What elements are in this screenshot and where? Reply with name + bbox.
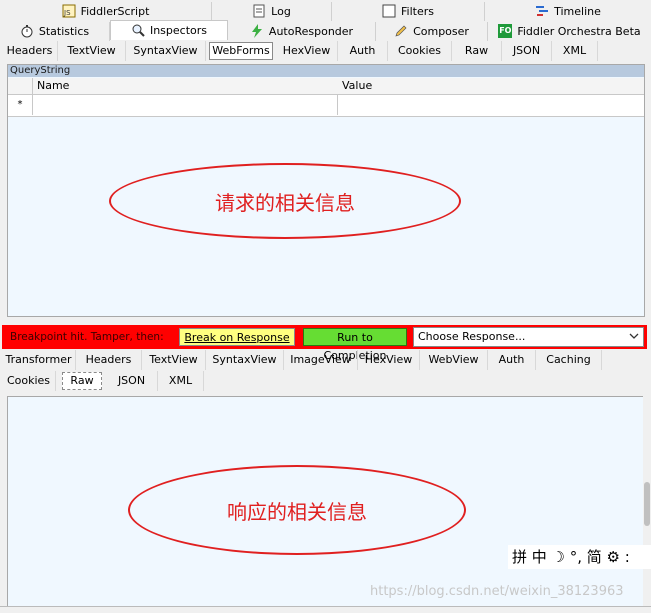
tab-inspectors[interactable]: Inspectors	[110, 20, 228, 40]
svg-text:JS: JS	[63, 9, 71, 17]
watermark: https://blog.csdn.net/weixin_38123963	[370, 584, 624, 599]
querystring-grid[interactable]: Name Value *	[8, 78, 644, 117]
resp-tab-raw[interactable]: Raw	[62, 372, 102, 390]
tab-filters[interactable]: Filters	[332, 2, 485, 21]
breakpoint-text: Breakpoint hit. Tamper, then:	[10, 331, 164, 343]
req-tab-auth[interactable]: Auth	[338, 41, 388, 61]
chevron-down-icon	[629, 331, 639, 344]
resp-tab-textview[interactable]: TextView	[142, 350, 206, 370]
lightning-icon	[250, 24, 264, 38]
timeline-icon	[535, 4, 549, 18]
response-tab-strip-2: Cookies Raw JSON XML	[0, 371, 651, 391]
ime-toolbar[interactable]: 拼 中 ☽ °, 简 ⚙ :	[508, 545, 651, 569]
column-name[interactable]: Name	[33, 78, 341, 95]
fo-icon: FO	[498, 24, 513, 38]
tab-composer[interactable]: Composer	[376, 22, 488, 41]
req-tab-textview[interactable]: TextView	[58, 41, 126, 61]
run-to-completion-button[interactable]: Run to Completion	[303, 328, 407, 362]
request-annotation: 请求的相关信息	[109, 163, 461, 239]
tab-fiddler-orchestra[interactable]: FO Fiddler Orchestra Beta	[488, 22, 651, 41]
name-cell[interactable]	[33, 95, 338, 115]
response-scrollbar[interactable]	[643, 396, 651, 606]
req-tab-headers[interactable]: Headers	[2, 41, 58, 61]
resp-tab-webview[interactable]: WebView	[420, 350, 488, 370]
breakpoint-bar: Breakpoint hit. Tamper, then: Break on R…	[2, 325, 647, 362]
stopwatch-icon	[20, 24, 34, 38]
resp-tab-headers[interactable]: Headers	[76, 350, 142, 370]
choose-response-value: Choose Response...	[418, 330, 526, 343]
choose-response-dropdown[interactable]: Choose Response...	[413, 327, 644, 347]
resp-tab-transformer[interactable]: Transformer	[2, 350, 76, 370]
querystring-header: QueryString	[8, 65, 644, 77]
checkbox-icon	[382, 4, 396, 18]
response-annotation: 响应的相关信息	[128, 465, 466, 555]
req-tab-xml[interactable]: XML	[552, 41, 598, 61]
req-tab-json[interactable]: JSON	[502, 41, 552, 61]
response-panel[interactable]: 响应的相关信息	[7, 396, 645, 608]
column-value[interactable]: Value	[338, 78, 644, 95]
resp-tab-imageview[interactable]: ImageView	[284, 350, 358, 370]
magnifier-icon	[131, 23, 145, 37]
new-row-marker: *	[8, 95, 33, 115]
break-on-response-button[interactable]: Break on Response	[179, 328, 295, 346]
req-tab-hexview[interactable]: HexView	[276, 41, 338, 61]
tab-statistics[interactable]: Statistics	[0, 22, 110, 41]
resp-tab-cookies[interactable]: Cookies	[2, 371, 56, 391]
resp-tab-caching[interactable]: Caching	[536, 350, 602, 370]
value-cell[interactable]	[338, 95, 644, 115]
resp-tab-auth[interactable]: Auth	[488, 350, 536, 370]
tab-fiddlerscript[interactable]: JS FiddlerScript	[0, 2, 212, 21]
tab-autoresponder[interactable]: AutoResponder	[228, 22, 376, 41]
resp-tab-syntaxview[interactable]: SyntaxView	[206, 350, 284, 370]
req-tab-webforms[interactable]: WebForms	[209, 42, 273, 60]
tab-timeline[interactable]: Timeline	[485, 2, 651, 21]
req-tab-raw[interactable]: Raw	[452, 41, 502, 61]
script-icon: JS	[62, 4, 76, 18]
req-tab-cookies[interactable]: Cookies	[388, 41, 452, 61]
request-panel: QueryString Name Value * 请求的相关信息	[7, 64, 645, 317]
top-tab-strip: JS FiddlerScript Log Filters Timeline St…	[0, 0, 651, 43]
req-tab-syntaxview[interactable]: SyntaxView	[126, 41, 206, 61]
pencil-icon	[394, 24, 408, 38]
tab-log[interactable]: Log	[212, 2, 332, 21]
scrollbar-thumb[interactable]	[644, 482, 650, 526]
log-icon	[252, 4, 266, 18]
resp-tab-hexview[interactable]: HexView	[358, 350, 420, 370]
resp-tab-xml[interactable]: XML	[158, 371, 204, 391]
resp-tab-json[interactable]: JSON	[106, 371, 158, 391]
response-tab-strip-1: Transformer Headers TextView SyntaxView …	[0, 350, 651, 370]
request-tab-strip: Headers TextView SyntaxView WebForms Hex…	[0, 41, 651, 63]
